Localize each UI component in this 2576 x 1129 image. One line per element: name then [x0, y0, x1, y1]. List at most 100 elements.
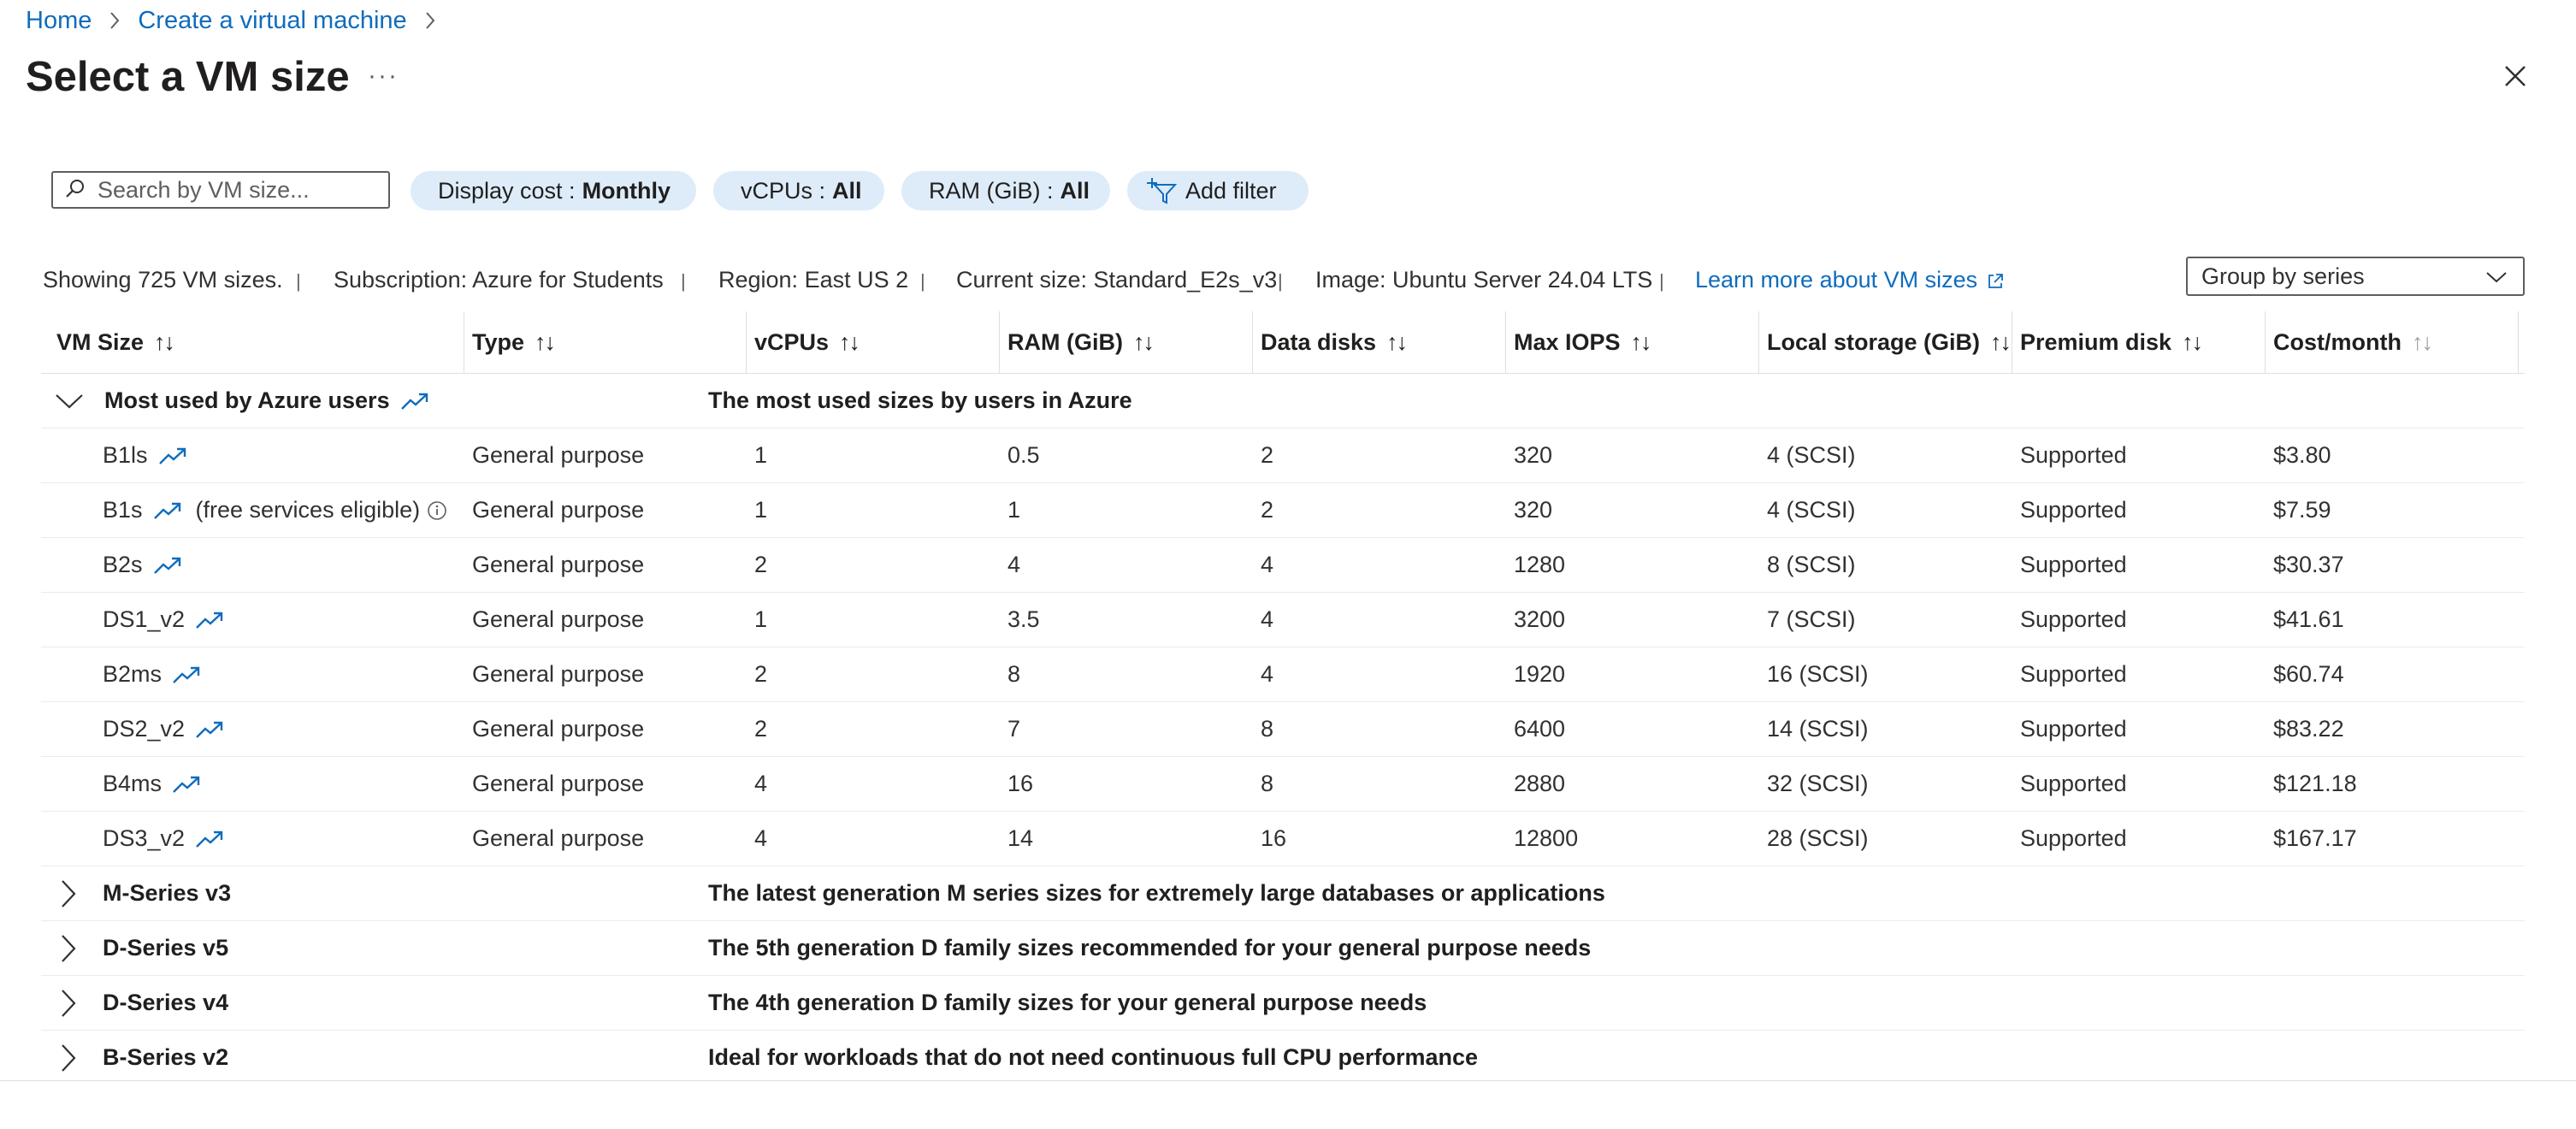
- sort-icon: ↑↓: [1990, 328, 2012, 355]
- trending-icon: [172, 665, 201, 684]
- column-label: Data disks: [1261, 328, 1377, 355]
- max-iops-cell: 6400: [1514, 716, 1566, 742]
- table-row[interactable]: DS3_v2 General purpose 4 14 16 12800 28 …: [41, 812, 2525, 866]
- trending-icon: [195, 830, 224, 848]
- vcpus-filter[interactable]: vCPUs : All: [713, 171, 884, 210]
- ram-filter[interactable]: RAM (GiB) : All: [901, 171, 1110, 210]
- group-row-most-used[interactable]: Most used by Azure users The most used s…: [41, 374, 2525, 429]
- learn-more-label: Learn more about VM sizes: [1695, 267, 1978, 293]
- group-name: B-Series v2: [103, 1044, 229, 1070]
- group-by-value: Group by series: [2201, 263, 2365, 289]
- data-disks-cell: 4: [1261, 661, 1274, 687]
- filter-value: All: [1060, 177, 1090, 204]
- table-row[interactable]: B2s General purpose 2 4 4 1280 8 (SCSI) …: [41, 538, 2525, 593]
- filter-add-icon: [1146, 176, 1177, 205]
- free-eligible-note: (free services eligible): [195, 497, 421, 523]
- type-cell: General purpose: [472, 661, 645, 687]
- sort-icon: ↑↓: [1630, 328, 1652, 355]
- ram-cell: 8: [1007, 661, 1021, 687]
- premium-disk-cell: Supported: [2020, 497, 2127, 523]
- filter-label: Add filter: [1185, 177, 1277, 204]
- current-size-info: Current size: Standard_E2s_v3: [956, 267, 1278, 293]
- column-header-local-storage[interactable]: Local storage (GiB) ↑↓: [1767, 311, 2012, 373]
- column-label: Cost/month: [2273, 328, 2402, 355]
- vcpus-cell: 2: [754, 552, 768, 577]
- data-disks-cell: 2: [1261, 442, 1274, 468]
- type-cell: General purpose: [472, 497, 645, 523]
- max-iops-cell: 320: [1514, 442, 1553, 468]
- trending-icon: [400, 392, 429, 411]
- vm-size-name: DS1_v2: [103, 606, 186, 632]
- column-header-vm-size[interactable]: VM Size ↑↓: [56, 311, 175, 373]
- info-icon[interactable]: [427, 500, 447, 521]
- chevron-right-icon[interactable]: [60, 1031, 77, 1085]
- breadcrumb-home[interactable]: Home: [26, 7, 92, 35]
- separator: |: [681, 270, 686, 292]
- chevron-down-icon[interactable]: [55, 374, 84, 428]
- cost-cell: $30.37: [2273, 552, 2344, 577]
- column-header-cost[interactable]: Cost/month ↑↓: [2273, 311, 2433, 373]
- search-input[interactable]: [96, 175, 373, 204]
- vm-size-name: DS3_v2: [103, 825, 186, 851]
- column-header-premium-disk[interactable]: Premium disk ↑↓: [2020, 311, 2203, 373]
- footer-divider: [0, 1080, 2576, 1081]
- group-row-d-series-v5[interactable]: D-Series v5 The 5th generation D family …: [41, 921, 2525, 976]
- sort-icon: ↑↓: [154, 328, 175, 355]
- vm-size-name: B4ms: [103, 771, 162, 796]
- table-row[interactable]: DS2_v2 General purpose 2 7 8 6400 14 (SC…: [41, 702, 2525, 757]
- group-description: The most used sizes by users in Azure: [708, 387, 1132, 413]
- type-cell: General purpose: [472, 771, 645, 796]
- table-row[interactable]: DS1_v2 General purpose 1 3.5 4 3200 7 (S…: [41, 593, 2525, 647]
- more-options-button[interactable]: ···: [368, 62, 399, 91]
- premium-disk-cell: Supported: [2020, 716, 2127, 742]
- column-header-vcpus[interactable]: vCPUs ↑↓: [754, 311, 860, 373]
- table-row[interactable]: B4ms General purpose 4 16 8 2880 32 (SCS…: [41, 757, 2525, 812]
- vcpus-cell: 1: [754, 442, 768, 468]
- group-by-dropdown[interactable]: Group by series: [2186, 257, 2525, 296]
- column-header-max-iops[interactable]: Max IOPS ↑↓: [1514, 311, 1652, 373]
- table-row[interactable]: B2ms General purpose 2 8 4 1920 16 (SCSI…: [41, 647, 2525, 702]
- group-row-d-series-v4[interactable]: D-Series v4 The 4th generation D family …: [41, 976, 2525, 1031]
- data-disks-cell: 8: [1261, 716, 1274, 742]
- type-cell: General purpose: [472, 552, 645, 577]
- trending-icon: [158, 446, 187, 465]
- add-filter-button[interactable]: Add filter: [1127, 171, 1309, 210]
- ram-cell: 16: [1007, 771, 1034, 796]
- table-row[interactable]: B1s (free services eligible) General purp…: [41, 483, 2525, 538]
- premium-disk-cell: Supported: [2020, 606, 2127, 632]
- ram-cell: 14: [1007, 825, 1034, 851]
- chevron-right-icon[interactable]: [60, 866, 77, 920]
- breadcrumb: Home Create a virtual machine: [26, 3, 453, 38]
- vcpus-cell: 4: [754, 771, 768, 796]
- group-row-m-series-v3[interactable]: M-Series v3 The latest generation M seri…: [41, 866, 2525, 921]
- vcpus-cell: 1: [754, 606, 768, 632]
- external-link-icon: [1986, 272, 2005, 291]
- cost-cell: $167.17: [2273, 825, 2357, 851]
- column-header-ram[interactable]: RAM (GiB) ↑↓: [1007, 311, 1155, 373]
- chevron-right-icon[interactable]: [60, 976, 77, 1030]
- local-storage-cell: 4 (SCSI): [1767, 442, 1856, 468]
- column-label: VM Size: [56, 328, 145, 355]
- type-cell: General purpose: [472, 442, 645, 468]
- learn-more-link[interactable]: Learn more about VM sizes: [1695, 267, 2005, 293]
- column-header-data-disks[interactable]: Data disks ↑↓: [1261, 311, 1408, 373]
- chevron-right-icon[interactable]: [60, 921, 77, 975]
- close-icon[interactable]: [2501, 62, 2530, 91]
- page-title: Select a VM size: [26, 54, 350, 100]
- separator: |: [296, 270, 301, 292]
- group-row-b-series-v2[interactable]: B-Series v2 Ideal for workloads that do …: [41, 1031, 2525, 1085]
- display-cost-filter[interactable]: Display cost : Monthly: [411, 171, 696, 210]
- trending-icon: [195, 611, 224, 630]
- table-row[interactable]: B1ls General purpose 1 0.5 2 320 4 (SCSI…: [41, 429, 2525, 483]
- premium-disk-cell: Supported: [2020, 552, 2127, 577]
- max-iops-cell: 1280: [1514, 552, 1566, 577]
- filter-label: RAM (GiB) :: [929, 177, 1054, 204]
- column-header-type[interactable]: Type ↑↓: [472, 311, 556, 373]
- breadcrumb-create-vm[interactable]: Create a virtual machine: [138, 7, 406, 35]
- local-storage-cell: 16 (SCSI): [1767, 661, 1869, 687]
- cost-cell: $41.61: [2273, 606, 2344, 632]
- search-box[interactable]: [51, 171, 390, 209]
- vcpus-cell: 1: [754, 497, 768, 523]
- separator: |: [920, 270, 925, 292]
- chevron-down-icon: [2485, 263, 2523, 290]
